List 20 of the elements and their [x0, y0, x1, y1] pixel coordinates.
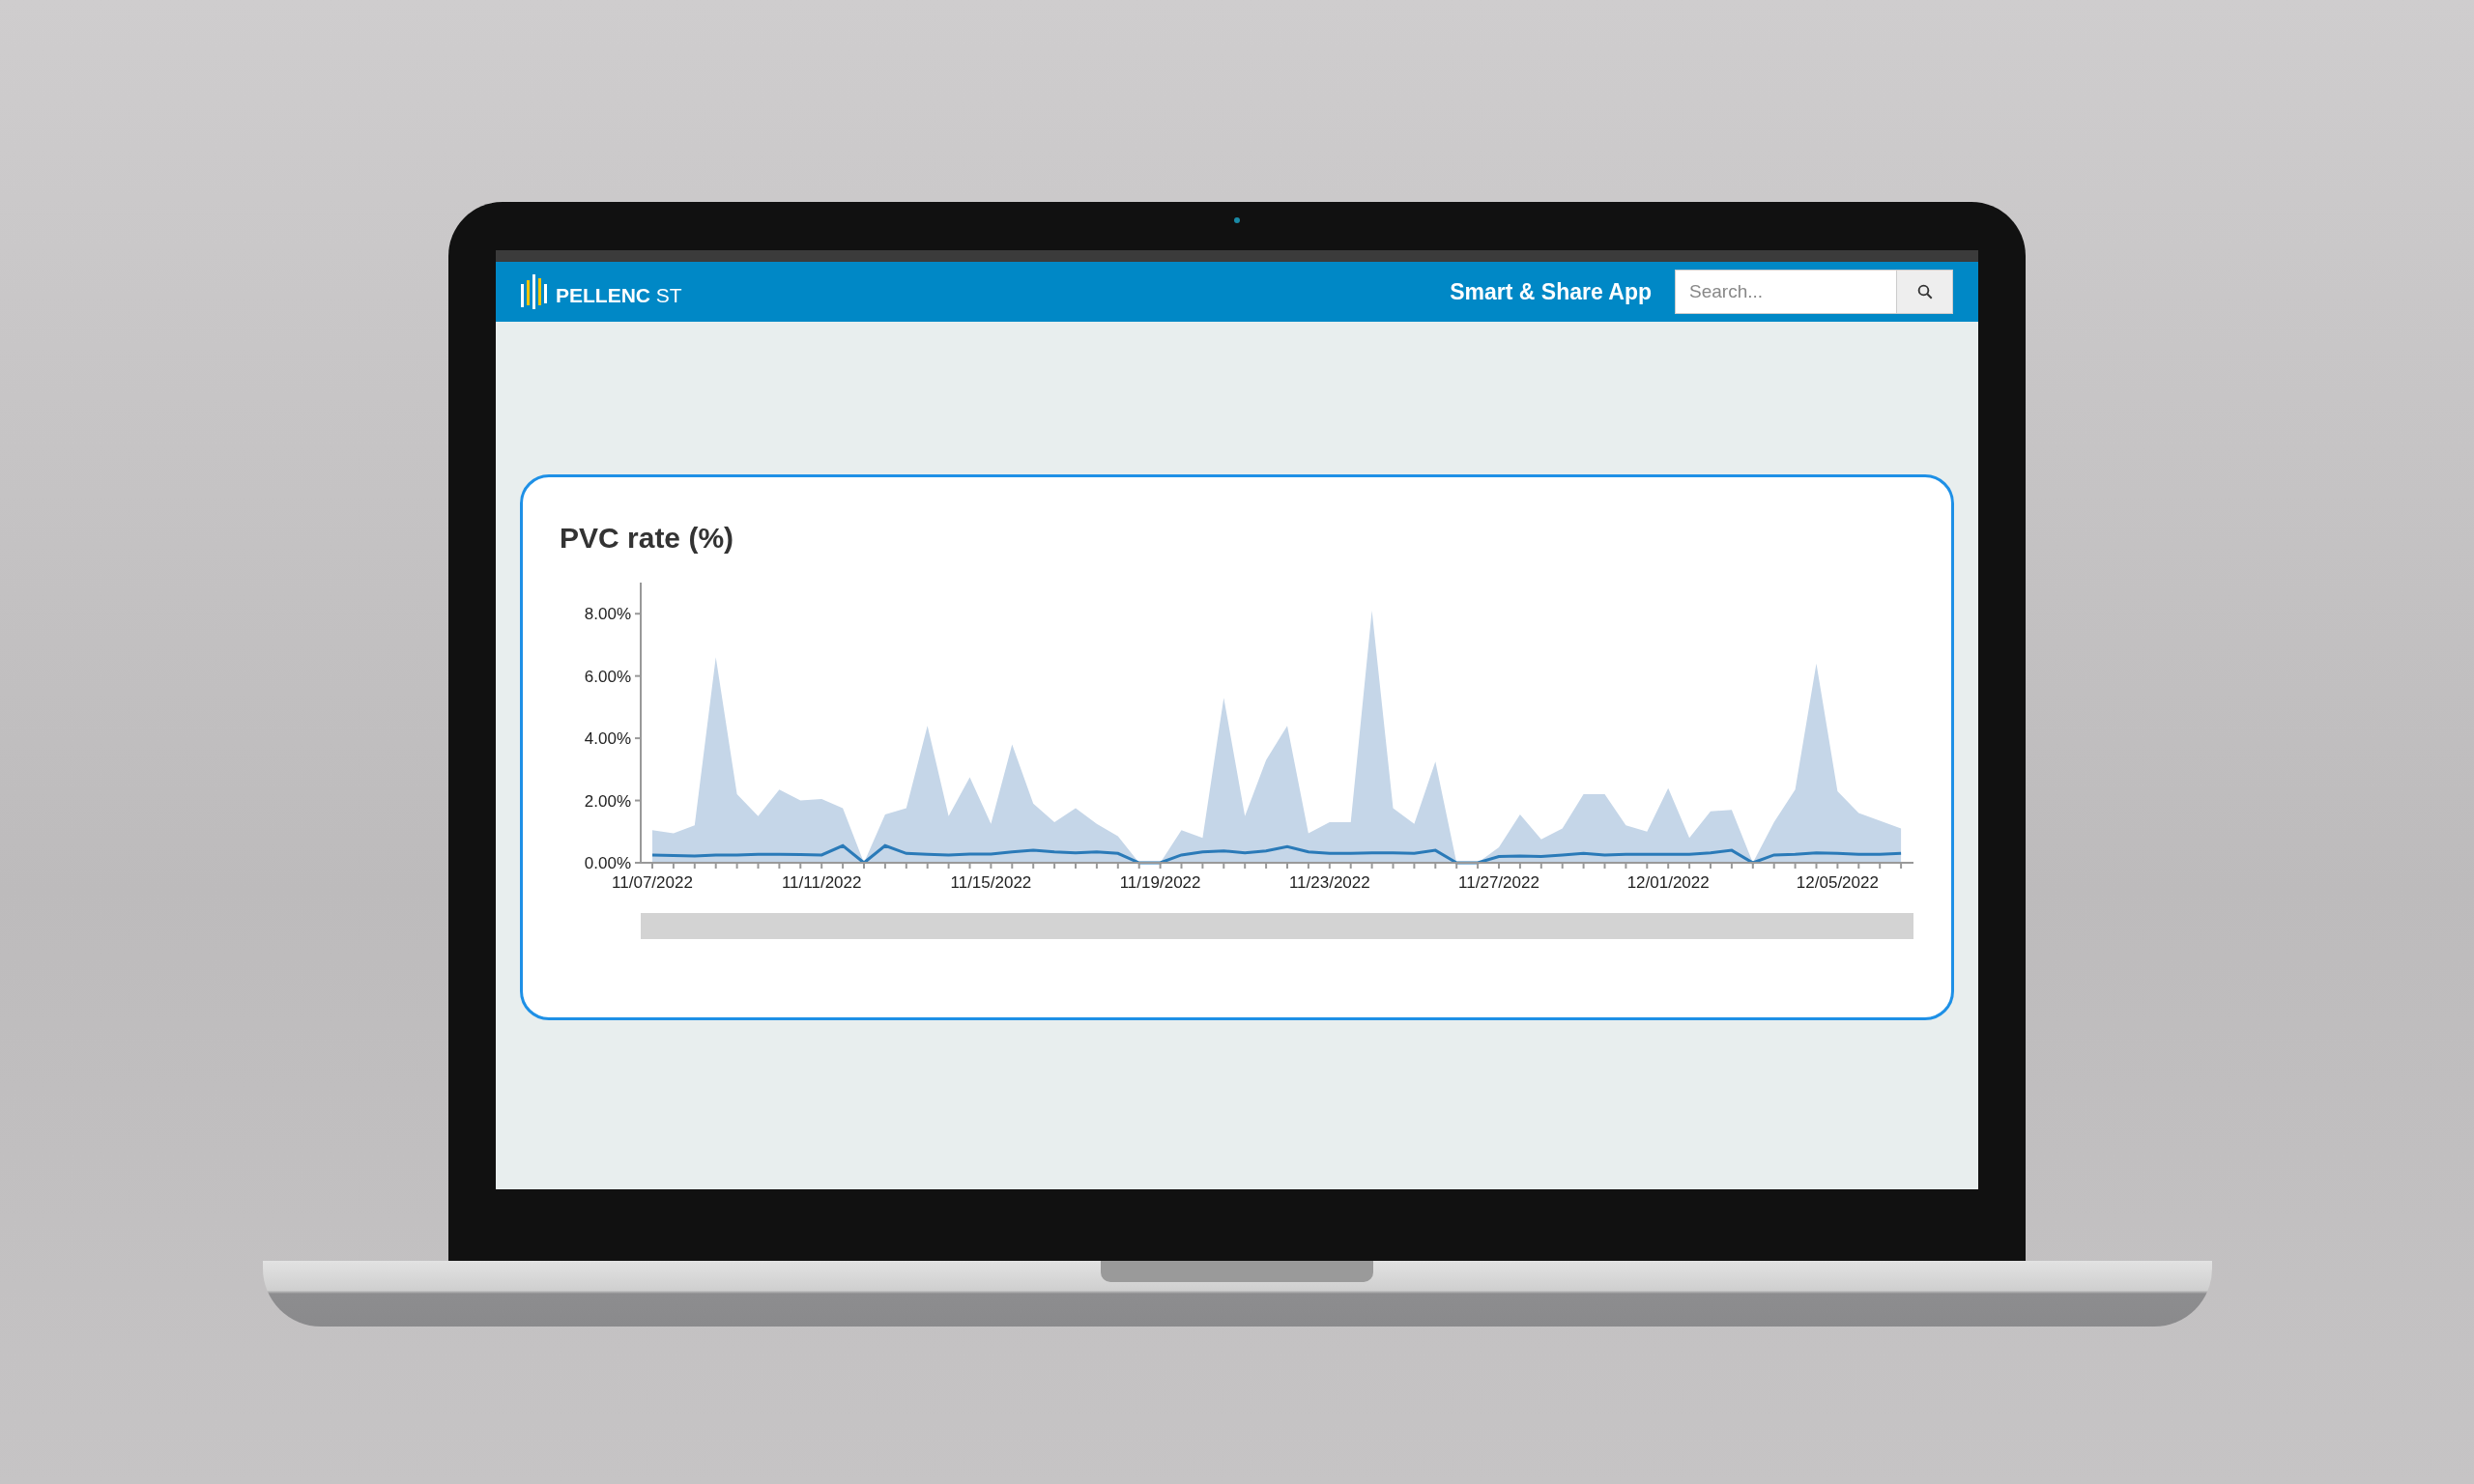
x-tick-label: 11/23/2022	[1288, 873, 1370, 892]
search-icon	[1915, 283, 1934, 300]
y-tick-label: 6.00%	[584, 667, 631, 686]
x-tick-label: 11/07/2022	[612, 873, 693, 892]
logo-bars-icon	[521, 274, 550, 309]
y-tick-label: 2.00%	[584, 791, 631, 811]
y-tick-label: 0.00%	[584, 854, 631, 872]
x-tick-label: 12/01/2022	[1626, 873, 1710, 892]
logo-text: PELLENC ST	[556, 285, 682, 305]
chart-title: PVC rate (%)	[560, 521, 735, 556]
x-tick-label: 11/27/2022	[1458, 873, 1539, 892]
x-tick-label: 11/11/2022	[781, 873, 862, 892]
search-button[interactable]	[1897, 270, 1953, 314]
y-tick-label: 8.00%	[584, 605, 631, 624]
x-tick-label: 12/05/2022	[1796, 873, 1879, 892]
search-field[interactable]: Search...	[1675, 270, 1897, 314]
y-tick-label: 4.00%	[584, 729, 631, 749]
x-tick-label: 11/15/2022	[950, 873, 1032, 892]
app-title: Smart & Share App	[1450, 277, 1652, 306]
x-tick-label: 11/19/2022	[1119, 873, 1201, 892]
